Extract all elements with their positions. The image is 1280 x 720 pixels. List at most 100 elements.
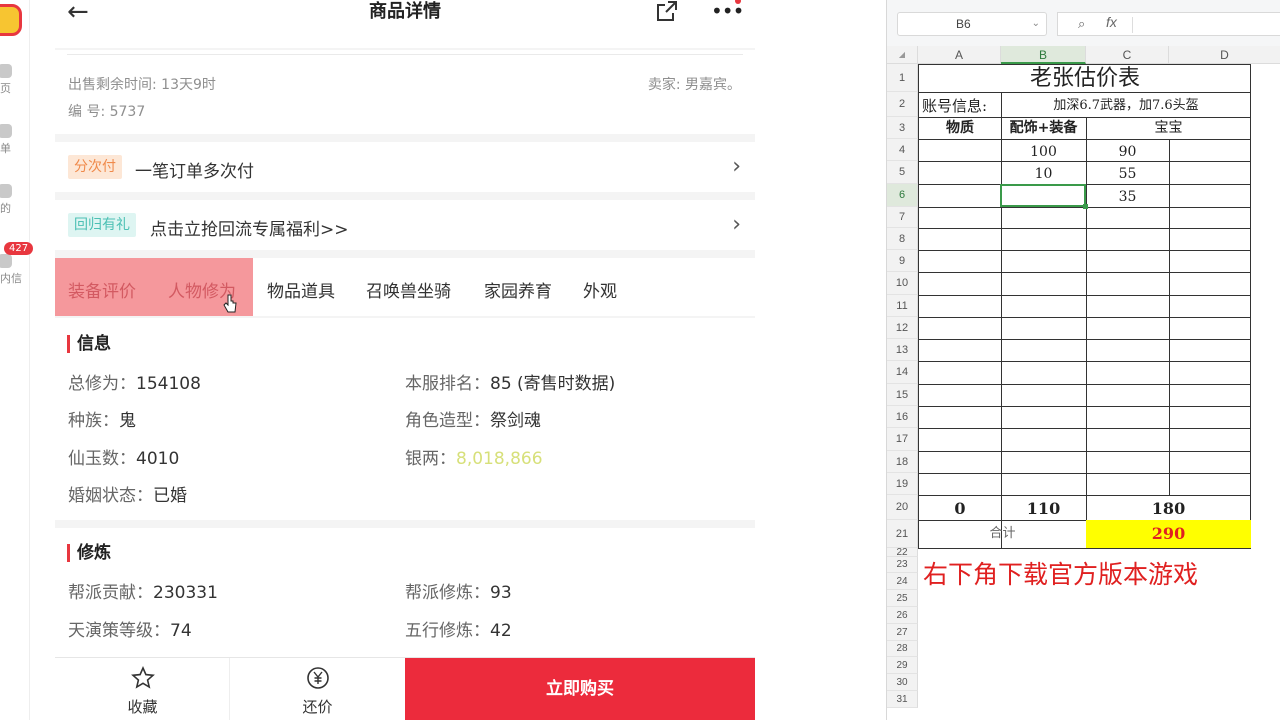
- user-icon: [0, 184, 12, 198]
- name-box[interactable]: B6 ⌄: [897, 12, 1047, 36]
- account-value-cell[interactable]: 加深6.7武器，加7.6头盔: [1001, 96, 1251, 116]
- product-detail-app: ← 商品详情 ••• 出售剩余时间: 13天9时 卖家: 男嘉宾。 编 号: 5…: [55, 0, 755, 720]
- cell-c6[interactable]: 35: [1086, 187, 1169, 207]
- row-header-1[interactable]: 1: [887, 64, 918, 92]
- sum-value-cell[interactable]: 290: [1086, 520, 1251, 548]
- row-header-23[interactable]: 23: [887, 557, 918, 573]
- row-header-25[interactable]: 25: [887, 590, 918, 607]
- installment-row[interactable]: 分次付 一笔订单多次付 ›: [55, 142, 755, 192]
- tab-equipment-review[interactable]: 装备评价: [68, 277, 136, 302]
- tab-summons-mounts[interactable]: 召唤兽坐骑: [366, 277, 451, 302]
- column-header-a[interactable]: A: [918, 46, 1001, 64]
- row-header-30[interactable]: 30: [887, 674, 918, 691]
- yuan-coin-icon: [307, 667, 329, 689]
- row-header-20[interactable]: 20: [887, 495, 918, 520]
- row-header-3[interactable]: 3: [887, 117, 918, 139]
- nav-item-orders[interactable]: 单: [0, 124, 30, 156]
- function-icon[interactable]: fx: [1106, 14, 1117, 30]
- page-title: 商品详情: [369, 1, 441, 22]
- grid-line: [918, 92, 1251, 93]
- nav-item-mine[interactable]: 的: [0, 184, 30, 216]
- row-header-17[interactable]: 17: [887, 428, 918, 451]
- fill-handle[interactable]: [1083, 204, 1088, 209]
- nav-item-messages[interactable]: 内信: [0, 254, 30, 286]
- grid-line: [918, 250, 1251, 251]
- row-header-14[interactable]: 14: [887, 361, 918, 384]
- app-logo-icon[interactable]: [0, 4, 22, 36]
- row-header-24[interactable]: 24: [887, 573, 918, 590]
- cell-b4[interactable]: 100: [1001, 142, 1086, 162]
- row-header-7[interactable]: 7: [887, 207, 918, 228]
- nav-item-home[interactable]: 页: [0, 64, 30, 96]
- row-header-12[interactable]: 12: [887, 317, 918, 339]
- header-cell-pet[interactable]: 宝宝: [1086, 119, 1251, 137]
- info-item: 本服排名：85 (寄售时数据): [405, 369, 615, 394]
- favorite-button[interactable]: 收藏: [55, 658, 230, 720]
- selected-cell-b6[interactable]: [1000, 184, 1088, 209]
- row-header-28[interactable]: 28: [887, 641, 918, 657]
- grid-line: [918, 361, 1251, 362]
- total-b[interactable]: 110: [1001, 499, 1086, 519]
- row-header-16[interactable]: 16: [887, 406, 918, 428]
- time-left-text: 出售剩余时间: 13天9时: [68, 77, 216, 93]
- tab-home-breeding[interactable]: 家园养育: [484, 277, 552, 302]
- total-a[interactable]: 0: [919, 499, 1001, 519]
- grid-line: [918, 451, 1251, 452]
- info-value: 85 (寄售时数据): [490, 374, 616, 394]
- sum-label-cell[interactable]: 合计: [919, 524, 1086, 544]
- select-all-corner[interactable]: ◢: [887, 46, 918, 64]
- row-header-18[interactable]: 18: [887, 451, 918, 473]
- share-icon[interactable]: [655, 0, 679, 22]
- row-header-31[interactable]: 31: [887, 691, 918, 708]
- return-gift-row[interactable]: 回归有礼 点击立抢回流专属福利>> ›: [55, 200, 755, 250]
- tab-items[interactable]: 物品道具: [267, 277, 335, 302]
- row-header-26[interactable]: 26: [887, 607, 918, 624]
- seller-text: 卖家: 男嘉宾。: [647, 77, 741, 93]
- row-header-13[interactable]: 13: [887, 339, 918, 361]
- grid-line: [918, 64, 1251, 65]
- info-value: 祭剑魂: [490, 411, 541, 431]
- info-section: 信息 总修为：154108 本服排名：85 (寄售时数据) 种族：鬼 角色造型：…: [55, 318, 755, 520]
- row-header-9[interactable]: 9: [887, 250, 918, 272]
- row-header-22[interactable]: 22: [887, 548, 918, 558]
- cell-c5[interactable]: 55: [1086, 164, 1169, 184]
- info-item: 角色造型：祭剑魂: [405, 406, 541, 431]
- column-header-c[interactable]: C: [1086, 46, 1169, 64]
- tab-appearance[interactable]: 外观: [583, 277, 617, 302]
- home-icon: [0, 64, 12, 78]
- account-label-cell[interactable]: 账号信息:: [919, 96, 1002, 116]
- info-item: 天演策等级：74: [68, 616, 192, 641]
- section-heading: 信息: [67, 335, 111, 353]
- row-header-21[interactable]: 21: [887, 520, 918, 548]
- header-cell-material[interactable]: 物质: [919, 119, 1001, 137]
- grid-line: [918, 317, 1251, 318]
- row-header-4[interactable]: 4: [887, 139, 918, 161]
- row-header-29[interactable]: 29: [887, 657, 918, 674]
- row-header-27[interactable]: 27: [887, 624, 918, 641]
- row-header-2[interactable]: 2: [887, 92, 918, 117]
- row-header-5[interactable]: 5: [887, 161, 918, 184]
- row-header-15[interactable]: 15: [887, 384, 918, 406]
- row-header-19[interactable]: 19: [887, 473, 918, 495]
- bargain-button[interactable]: 还价: [230, 658, 405, 720]
- row-header-8[interactable]: 8: [887, 228, 918, 250]
- cell-b5[interactable]: 10: [1001, 164, 1086, 184]
- bottom-action-bar: 收藏 还价 立即购买: [55, 657, 755, 720]
- total-c[interactable]: 180: [1086, 499, 1251, 519]
- info-item: 帮派贡献：230331: [68, 578, 218, 603]
- info-item: 仙玉数：4010: [68, 444, 179, 469]
- zoom-search-icon[interactable]: ⌕: [1078, 16, 1085, 32]
- grid-line: [918, 428, 1251, 429]
- row-header-11[interactable]: 11: [887, 295, 918, 317]
- sheet-title[interactable]: 老张估价表: [919, 66, 1251, 91]
- info-value: 鬼: [119, 411, 136, 431]
- formula-input[interactable]: ⌕ fx: [1057, 12, 1280, 36]
- column-header-b[interactable]: B: [1001, 46, 1086, 64]
- header-cell-equipment[interactable]: 配饰+装备: [1001, 119, 1086, 137]
- row-header-10[interactable]: 10: [887, 272, 918, 295]
- return-gift-tag: 回归有礼: [68, 213, 136, 237]
- column-header-d[interactable]: D: [1169, 46, 1280, 64]
- cell-c4[interactable]: 90: [1086, 142, 1169, 162]
- row-header-6[interactable]: 6: [887, 184, 918, 207]
- buy-now-button[interactable]: 立即购买: [405, 658, 755, 720]
